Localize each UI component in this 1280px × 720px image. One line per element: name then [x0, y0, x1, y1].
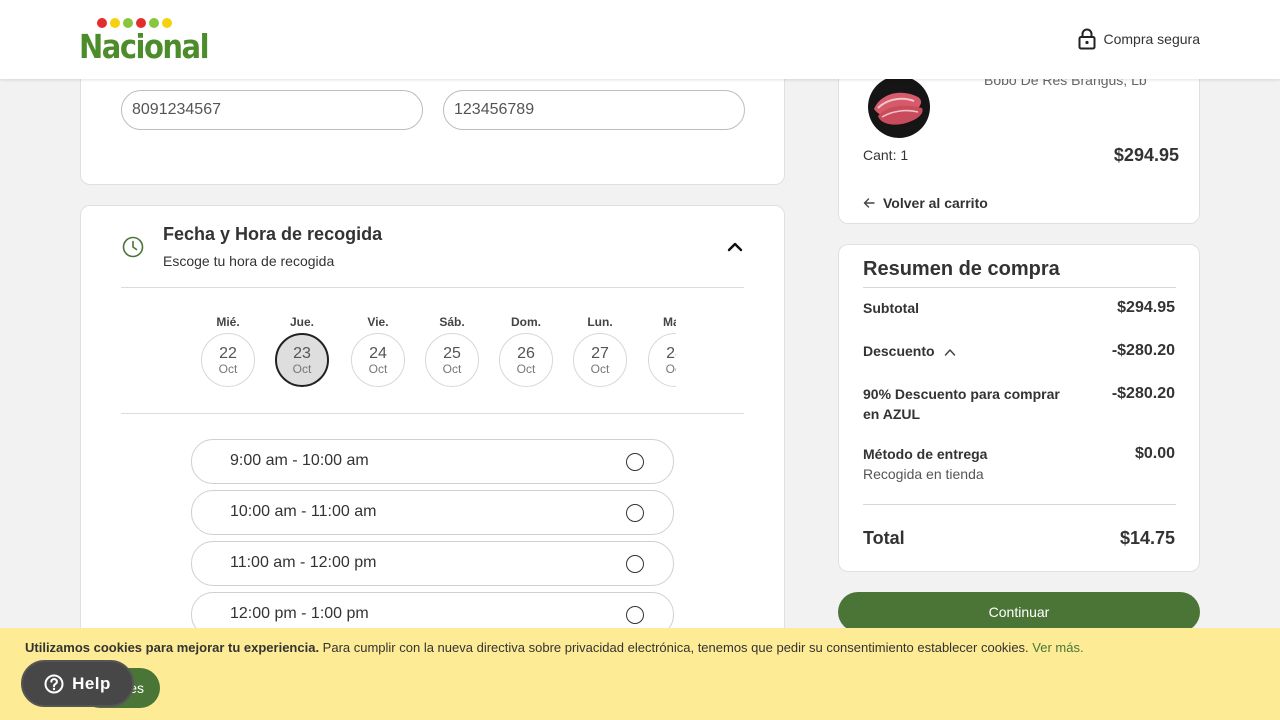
day-name: Sáb. [439, 315, 465, 329]
day-month: Oct [590, 361, 610, 376]
day-name: Mié. [216, 315, 240, 329]
date-option[interactable]: Sáb. 25 Oct [425, 313, 479, 387]
total-label: Total [863, 528, 905, 548]
time-slot-label: 9:00 am - 10:00 am [230, 452, 369, 469]
day-circle: 24 Oct [351, 333, 405, 387]
clock-icon [122, 236, 144, 258]
logo-text: Nacional [79, 27, 210, 67]
product-image [868, 76, 930, 138]
radio-button[interactable] [626, 453, 644, 471]
secure-purchase: Compra segura [1078, 28, 1201, 50]
day-name: Lun. [587, 315, 613, 329]
day-month: Oct [442, 361, 462, 376]
day-circle: 25 Oct [425, 333, 479, 387]
chevron-up-icon[interactable] [944, 347, 956, 357]
radio-button[interactable] [626, 504, 644, 522]
day-name: Vie. [367, 315, 389, 329]
pickup-card: Fecha y Hora de recogida Escoge tu hora … [80, 205, 785, 675]
radio-button[interactable] [626, 606, 644, 624]
time-slot-label: 12:00 pm - 1:00 pm [230, 605, 369, 622]
day-number: 22 [219, 344, 237, 362]
chevron-up-icon[interactable] [725, 237, 745, 257]
day-name: Jue. [289, 315, 314, 329]
date-option[interactable]: Dom. 26 Oct [499, 313, 553, 387]
summary-card: Resumen de compra Subtotal $294.95 Descu… [838, 244, 1200, 572]
day-month: Oct [665, 361, 676, 376]
quantity-label: Cant: 1 [863, 147, 909, 163]
day-month: Oct [516, 361, 536, 376]
total-value: $14.75 [1119, 528, 1175, 548]
discount-value: -$280.20 [1111, 342, 1175, 359]
date-option[interactable]: Vie. 24 Oct [351, 313, 405, 387]
question-icon [44, 674, 64, 693]
date-option[interactable]: Mié. 22 Oct [201, 313, 255, 387]
subtotal-label: Subtotal [863, 300, 919, 316]
day-number: 27 [591, 344, 609, 362]
cookie-text: Para cumplir con la nueva directiva sobr… [319, 640, 1033, 655]
cart-price: $294.95 [1113, 145, 1179, 165]
cookie-banner: Utilizamos cookies para mejorar tu exper… [0, 628, 1280, 720]
day-number: 25 [443, 344, 461, 362]
day-number: 23 [293, 344, 311, 362]
discount-label: Descuento [863, 343, 935, 359]
time-slot-label: 11:00 am - 12:00 pm [230, 554, 377, 571]
time-slot[interactable]: 10:00 am - 11:00 am [191, 490, 674, 535]
day-number: 28 [666, 344, 676, 362]
day-number: 26 [517, 344, 535, 362]
promo-label: 90% Descuento para comprar en AZUL [863, 386, 1060, 422]
meat-image [874, 92, 923, 125]
divider [121, 413, 744, 414]
secondary-phone-input[interactable] [443, 90, 745, 130]
date-selector: Mié. 22 Oct Jue. 23 Oct Vie. 24 Oct Sáb.… [201, 313, 676, 393]
day-number: 24 [369, 344, 387, 362]
day-circle: 22 Oct [201, 333, 255, 387]
subtotal-value: $294.95 [1117, 299, 1175, 316]
discount-toggle[interactable]: Descuento [863, 341, 956, 361]
secure-label: Compra segura [1103, 31, 1201, 47]
time-slot[interactable]: 9:00 am - 10:00 am [191, 439, 674, 484]
phone-input[interactable] [121, 90, 423, 130]
site-header: Nacional Compra segura [0, 0, 1280, 79]
arrow-left-icon [863, 198, 875, 208]
nacional-logo[interactable]: Nacional [79, 18, 210, 66]
pickup-title: Fecha y Hora de recogida [163, 224, 383, 244]
cookie-bold-text: Utilizamos cookies para mejorar tu exper… [25, 640, 320, 655]
divider [121, 287, 744, 288]
cookie-more-link[interactable]: Ver más. [1032, 640, 1083, 655]
day-month: Oct [368, 361, 388, 376]
date-option[interactable]: Mar. 28 Oct [648, 313, 676, 387]
date-option[interactable]: Lun. 27 Oct [573, 313, 627, 387]
help-button[interactable]: Help [21, 660, 134, 707]
pickup-subtitle: Escoge tu hora de recogida [163, 253, 335, 269]
day-circle: 28 Oct [648, 333, 676, 387]
day-month: Oct [292, 361, 312, 376]
promo-value: -$280.20 [1111, 385, 1175, 402]
date-option-selected[interactable]: Jue. 23 Oct [275, 313, 329, 387]
back-to-cart-link[interactable]: Volver al carrito [863, 195, 988, 211]
time-slot[interactable]: 11:00 am - 12:00 pm [191, 541, 674, 586]
back-to-cart-label: Volver al carrito [883, 195, 988, 211]
lock-icon [1078, 28, 1095, 50]
delivery-method-value: $0.00 [1134, 445, 1175, 462]
day-circle: 27 Oct [573, 333, 627, 387]
day-month: Oct [218, 361, 238, 376]
cookie-message: Utilizamos cookies para mejorar tu exper… [25, 640, 1084, 655]
day-name: Dom. [511, 315, 541, 329]
radio-button[interactable] [626, 555, 644, 573]
day-name: Mar. [662, 315, 676, 329]
help-label: Help [72, 673, 111, 693]
delivery-method-label: Método de entrega [863, 446, 988, 462]
continue-button[interactable]: Continuar [838, 592, 1200, 632]
time-slot-label: 10:00 am - 11:00 am [230, 503, 377, 520]
divider [863, 504, 1176, 505]
cart-card: Bobo De Res Brangus, Lb Cant: 1 $294.95 … [838, 60, 1200, 224]
day-circle: 23 Oct [275, 333, 329, 387]
divider [863, 287, 1176, 288]
day-circle: 26 Oct [499, 333, 553, 387]
delivery-method-sub: Recogida en tienda [863, 466, 984, 482]
summary-title: Resumen de compra [863, 258, 1060, 280]
